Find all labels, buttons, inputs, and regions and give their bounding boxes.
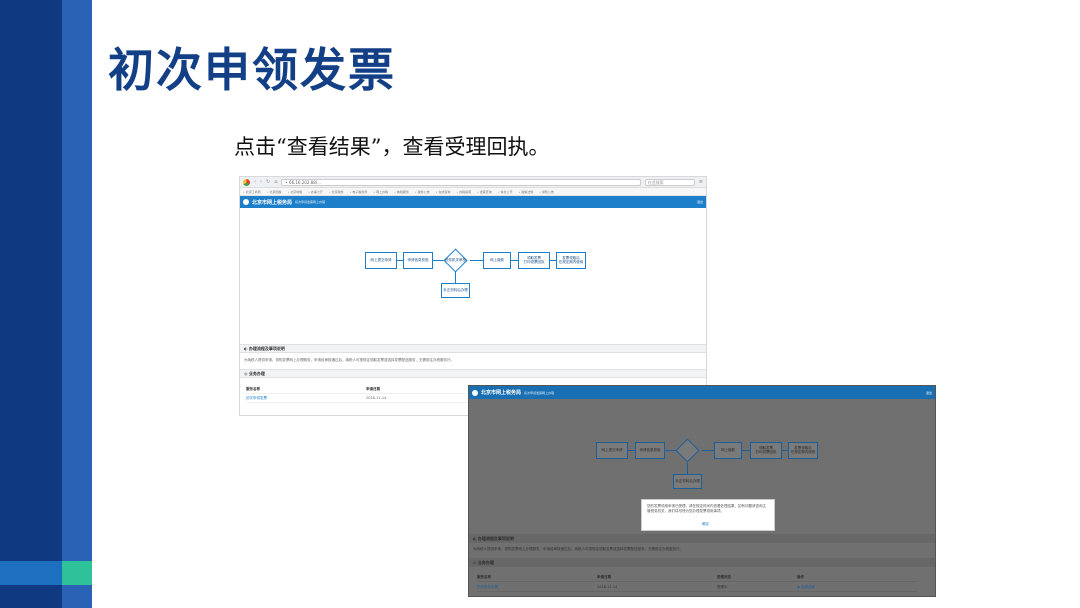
table-header: 服务名称 <box>246 386 260 391</box>
left-dark-bar <box>0 0 62 608</box>
instruction-text: 点击“查看结果”，查看受理回执。 <box>234 135 550 159</box>
home-icon[interactable]: ⌂ <box>274 179 277 185</box>
flow-step-supplement: 补正材料后办理 <box>673 474 702 489</box>
table-header: 服务名称 <box>477 574 491 579</box>
flow-step-verify: 申请信息校验 <box>403 252 433 269</box>
bookmark-item[interactable]: • 电子税务局 <box>350 190 368 194</box>
flow-step-supplement: 补正材料后办理 <box>441 283 470 298</box>
bookmark-item[interactable]: • 通知公告 <box>539 190 554 194</box>
flow-step-use: 发票领取后 在规定期内使用 <box>788 442 818 459</box>
browser-toolbar: ‹ › ↻ ⌂ • 66.16.202.88/... 在此搜索 ≡ <box>240 177 706 188</box>
browser-search-input[interactable]: 在此搜索 <box>644 178 695 186</box>
main-screenshot: ‹ › ↻ ⌂ • 66.16.202.88/... 在此搜索 ≡ • 北京工商… <box>239 176 707 416</box>
flow-step-use: 发票领取后 在规定期内使用 <box>556 252 586 269</box>
site-subtitle-overlay: 初次申领发票网上办理 <box>524 390 555 395</box>
bookmark-item[interactable]: • 信息公开 <box>498 190 513 194</box>
receipt-dialog: 您的发票领用申请已受理，请在规定时间内查看处理结果，如有问题请咨询主管税务机关，… <box>641 499 775 531</box>
left-accent-strip <box>0 561 62 585</box>
flow-step-apply: 网上提交申请 <box>596 442 628 459</box>
page-title: 初次申领发票 <box>108 43 396 97</box>
table-row: 初次申领发票 2018-11-14 受理中 ◉ 查看结果 <box>477 583 917 592</box>
dimmed-page-body: 网上提交申请 申请信息校验 网上缴款 领取发票 打印领票回执 发票领取后 在规定… <box>469 399 935 596</box>
table-header: 受理状态 <box>717 574 731 579</box>
address-bar[interactable]: • 66.16.202.88/... <box>281 178 641 186</box>
records-section-header[interactable]: ◎ 业务办理 <box>240 369 706 378</box>
site-header: 北京市网上税务局 初次申领发票网上办理 退出 <box>240 196 706 208</box>
forward-icon[interactable]: › <box>260 179 262 185</box>
logout-link[interactable]: 退出 <box>697 200 703 204</box>
view-result-button[interactable]: ◉ 查看结果 <box>797 585 877 590</box>
green-accent-block <box>62 561 92 585</box>
guide-section-header[interactable]: ◐ 办理流程及事项说明 <box>469 534 935 543</box>
bookmarks-bar: • 北京工商局 • 北京国税 • 北京地税 • 办事大厅 • 北京税务 • 电子… <box>240 188 706 196</box>
bookmark-item[interactable]: • 办事大厅 <box>308 190 323 194</box>
bookmark-item[interactable]: • 纳税服务 <box>394 190 409 194</box>
service-name-link[interactable]: 初次申领发票 <box>246 396 366 401</box>
left-mid-bar <box>62 0 92 608</box>
reload-icon[interactable]: ↻ <box>266 179 270 185</box>
flow-step-apply: 网上提交申请 <box>365 252 397 269</box>
flow-decision-review <box>675 438 700 463</box>
bookmark-item[interactable]: • 发票查询 <box>477 190 492 194</box>
bookmark-item[interactable]: • 在线咨询 <box>436 190 451 194</box>
site-logo-icon <box>472 389 478 396</box>
logout-link-overlay[interactable]: 退出 <box>926 391 932 395</box>
browser-logo-icon <box>243 178 250 186</box>
table-header: 操作 <box>797 574 804 579</box>
flow-step-pay: 网上缴款 <box>714 442 742 459</box>
bookmark-item[interactable]: • 北京工商局 <box>243 190 261 194</box>
flow-step-verify: 申请信息校验 <box>635 442 665 459</box>
guide-section-text: 为纳税人提供申请、领购发票网上办理服务，申请经审核通过后，纳税人可按规定领取发票… <box>244 358 454 362</box>
back-icon[interactable]: ‹ <box>254 179 256 185</box>
site-name-overlay: 北京市网上税务局 <box>481 390 522 396</box>
flow-step-pay: 网上缴款 <box>483 252 511 269</box>
site-logo-icon <box>243 199 249 205</box>
site-header-overlay: 北京市网上税务局 初次申领发票网上办理 退出 <box>469 386 935 399</box>
flow-decision-label: 税务机关审核 <box>445 258 466 262</box>
guide-section-text: 为纳税人提供申请、领购发票网上办理服务，申请经审核通过后，纳税人可按规定领取发票… <box>473 547 683 551</box>
confirm-button[interactable]: 确定 <box>702 522 709 527</box>
menu-icon[interactable]: ≡ <box>699 179 703 185</box>
bookmark-item[interactable]: • 网上办税 <box>373 190 388 194</box>
dialog-message: 您的发票领用申请已受理，请在规定时间内查看处理结果，如有问题请咨询主管税务机关，… <box>647 504 766 513</box>
table-header-row: 服务名称 申请日期 受理状态 操作 <box>477 573 917 582</box>
guide-section-header[interactable]: ◐ 办理流程及事项说明 <box>240 344 706 353</box>
bookmark-item[interactable]: • 办税指南 <box>456 190 471 194</box>
bookmark-item[interactable]: • 北京国税 <box>267 190 282 194</box>
table-cell: 受理中 <box>717 584 728 589</box>
table-header: 申请日期 <box>597 574 611 579</box>
bookmark-item[interactable]: • 北京税务 <box>329 190 344 194</box>
table-cell: 2018-11-14 <box>597 585 618 589</box>
bookmark-item[interactable]: • 政策法规 <box>519 190 534 194</box>
bookmark-item[interactable]: • 税务公告 <box>415 190 430 194</box>
flow-step-collect: 领取发票 打印领票回执 <box>518 252 550 269</box>
process-flowchart: 网上提交申请 申请信息校验 税务机关审核 网上缴款 领取发票 打印领票回执 发票… <box>240 208 706 303</box>
records-section-header[interactable]: ◎ 业务办理 <box>469 558 935 567</box>
service-name-link[interactable]: 初次申领发票 <box>477 585 597 590</box>
site-subtitle: 初次申领发票网上办理 <box>295 200 326 204</box>
site-name: 北京市网上税务局 <box>252 199 293 206</box>
result-screenshot: 北京市网上税务局 初次申领发票网上办理 退出 网上提交申请 申请信息校验 网上缴… <box>468 385 936 597</box>
bookmark-item[interactable]: • 北京地税 <box>287 190 302 194</box>
flow-step-collect: 领取发票 打印领票回执 <box>750 442 782 459</box>
